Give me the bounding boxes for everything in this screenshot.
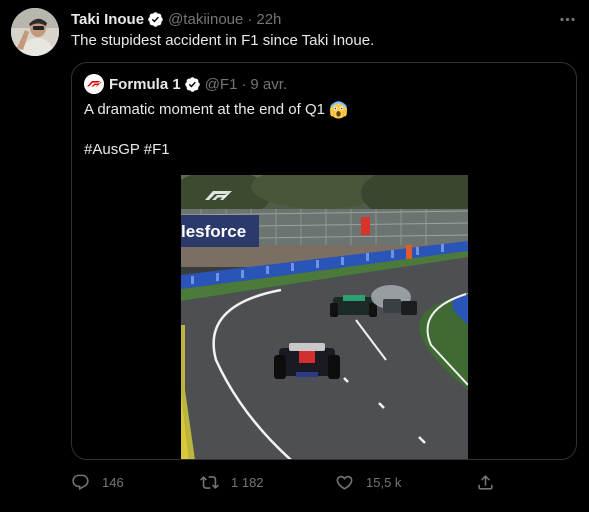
f1-logo-watermark xyxy=(205,187,239,205)
verified-badge-icon xyxy=(184,76,200,92)
quoted-tweet-card[interactable]: Formula 1 @F1 · 9 avr. A dramatic moment… xyxy=(71,62,577,460)
quoted-text-line: A dramatic moment at the end of Q1 xyxy=(84,101,325,118)
separator-dot: · xyxy=(241,75,247,93)
quoted-tweet-date: 9 avr. xyxy=(250,75,288,93)
quoted-author-name: Formula 1 xyxy=(109,75,181,93)
tweet-actions: 146 1 182 15,5 k xyxy=(71,470,577,494)
quoted-tweet-header: Formula 1 @F1 · 9 avr. xyxy=(109,74,287,94)
author-avatar[interactable] xyxy=(11,8,59,56)
share-button[interactable] xyxy=(476,470,507,494)
separator-dot: · xyxy=(247,10,253,28)
screaming-face-emoji-icon xyxy=(329,101,348,119)
heart-icon xyxy=(336,475,353,490)
like-count: 15,5 k xyxy=(366,474,402,490)
author-name[interactable]: Taki Inoue xyxy=(71,11,144,28)
quoted-author-handle: @F1 xyxy=(204,75,238,93)
banner-text: lesforce xyxy=(181,222,247,241)
reply-icon xyxy=(72,474,89,490)
tweet-header: Taki Inoue @takiinoue · 22h xyxy=(71,9,281,29)
tweet-text: The stupidest accident in F1 since Taki … xyxy=(71,32,375,49)
retweet-count: 1 182 xyxy=(231,474,264,490)
more-icon xyxy=(559,17,575,21)
share-icon xyxy=(478,474,493,490)
quoted-author-avatar xyxy=(84,74,104,94)
red-car xyxy=(274,343,340,379)
reply-count: 146 xyxy=(102,474,124,490)
author-handle[interactable]: @takiinoue xyxy=(168,11,243,28)
quoted-video[interactable]: lesforce xyxy=(181,175,468,459)
tweet[interactable]: Taki Inoue @takiinoue · 22h The stupides… xyxy=(0,0,589,512)
quoted-tweet-hashtags[interactable]: #AusGP #F1 xyxy=(84,141,170,158)
retweet-button[interactable]: 1 182 xyxy=(200,470,264,494)
tweet-timestamp[interactable]: 22h xyxy=(256,11,281,28)
race-track-image xyxy=(181,175,468,459)
green-car xyxy=(330,295,377,317)
quoted-tweet-text: A dramatic moment at the end of Q1 xyxy=(84,100,348,119)
reply-button[interactable]: 146 xyxy=(71,470,124,494)
more-options-button[interactable] xyxy=(557,9,577,29)
retweet-icon xyxy=(200,475,219,489)
verified-badge-icon xyxy=(148,11,163,27)
like-button[interactable]: 15,5 k xyxy=(335,470,401,494)
